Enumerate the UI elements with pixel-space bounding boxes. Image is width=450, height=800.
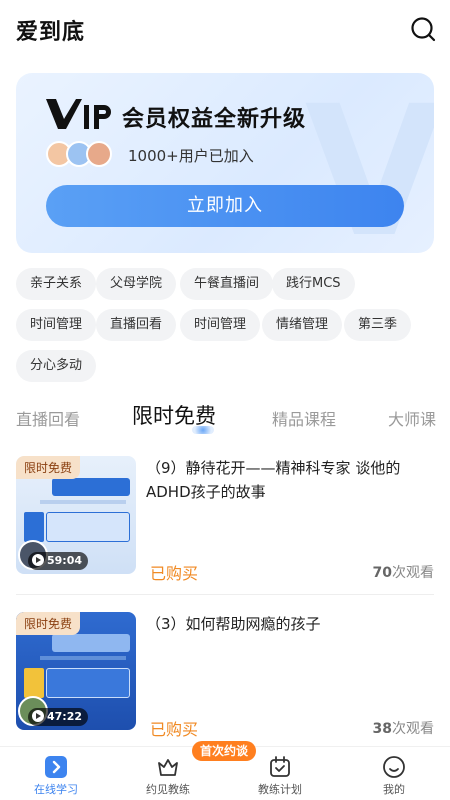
play-square-icon: [45, 756, 67, 778]
purchase-status: 已购买: [150, 720, 199, 739]
tag-chip[interactable]: 第三季: [344, 309, 412, 341]
view-count-suffix: 次观看: [392, 565, 434, 581]
tag-chip[interactable]: 午餐直播间: [180, 268, 274, 300]
duration-text: 47:22: [47, 710, 83, 723]
calendar-check-icon: [270, 756, 290, 777]
thumbnail-topic: [46, 512, 130, 542]
nav-label: 约见教练: [146, 783, 190, 796]
thumbnail-text-lines: [40, 656, 126, 660]
play-icon: [32, 710, 44, 722]
view-count: 38次观看: [373, 718, 434, 738]
course-item[interactable]: 限时免费 59:04 （9）静待花开——精神科专家 谈他的ADHD孩子的故事 已…: [16, 456, 434, 592]
free-badge: 限时免费: [16, 456, 81, 479]
play-icon: [32, 554, 44, 566]
tag-chip[interactable]: 践行MCS: [272, 268, 355, 300]
nav-mine[interactable]: 我的: [338, 747, 450, 800]
tab-premium[interactable]: 精品课程: [272, 406, 336, 430]
tab-masterclass[interactable]: 大师课: [388, 406, 436, 430]
thumbnail-topic: [46, 668, 130, 698]
tag-chip[interactable]: 时间管理: [16, 309, 97, 341]
smile-icon: [383, 756, 405, 778]
nav-label: 教练计划: [258, 783, 302, 796]
divider: [16, 594, 434, 595]
purchase-status: 已购买: [150, 564, 199, 583]
free-badge: 限时免费: [16, 612, 81, 635]
active-tab-indicator: [192, 426, 214, 434]
category-tabs: 直播回看 限时免费 精品课程 大师课: [0, 396, 450, 440]
tag-chip[interactable]: 直播回看: [96, 309, 177, 341]
tag-chip[interactable]: 分心多动: [16, 350, 97, 382]
thumbnail-guest-label: [24, 512, 44, 542]
tag-chip[interactable]: 时间管理: [180, 309, 261, 341]
nav-online-learning[interactable]: 在线学习: [0, 747, 112, 800]
search-button[interactable]: [410, 16, 436, 42]
app-title: 爱到底: [16, 20, 86, 45]
view-count-number: 70: [372, 565, 392, 581]
thumbnail-banner: [52, 634, 130, 652]
user-avatars: [46, 141, 126, 169]
tag-chip[interactable]: 父母学院: [96, 268, 177, 300]
duration-badge: 59:04: [28, 552, 89, 570]
avatar: [86, 141, 112, 167]
course-item[interactable]: 限时免费 47:22 （3）如何帮助网瘾的孩子 已购买 38次观看: [16, 612, 434, 748]
vip-watermark: V: [304, 73, 434, 254]
vip-logo-icon: [46, 99, 111, 129]
course-title: （9）静待花开——精神科专家 谈他的ADHD孩子的故事: [146, 459, 401, 501]
thumbnail-banner: [52, 478, 130, 496]
view-count-suffix: 次观看: [392, 721, 434, 737]
nav-label: 我的: [383, 783, 405, 796]
duration-badge: 47:22: [28, 708, 89, 726]
course-thumbnail: 限时免费 59:04: [16, 456, 136, 574]
thumbnail-guest-label: [24, 668, 44, 698]
nav-label: 在线学习: [34, 783, 78, 796]
joined-count: 1000+用户已加入: [128, 147, 254, 165]
thumbnail-text-lines: [40, 500, 126, 504]
crown-icon: [158, 759, 178, 776]
tag-chip[interactable]: 情绪管理: [262, 309, 343, 341]
header: 爱到底: [0, 0, 450, 58]
course-thumbnail: 限时免费 47:22: [16, 612, 136, 730]
view-count-number: 38: [372, 721, 392, 737]
vip-card[interactable]: V 会员权益全新升级 1000+用户已加入 立即加入: [16, 73, 434, 253]
course-title: （3）如何帮助网瘾的孩子: [146, 615, 321, 633]
tab-replay[interactable]: 直播回看: [16, 406, 80, 430]
join-now-button[interactable]: 立即加入: [46, 185, 404, 227]
vip-title: 会员权益全新升级: [122, 107, 307, 132]
first-consult-badge: 首次约谈: [192, 741, 257, 761]
view-count: 70次观看: [373, 562, 434, 582]
duration-text: 59:04: [47, 554, 83, 567]
tag-chip[interactable]: 亲子关系: [16, 268, 97, 300]
search-icon: [411, 17, 436, 42]
